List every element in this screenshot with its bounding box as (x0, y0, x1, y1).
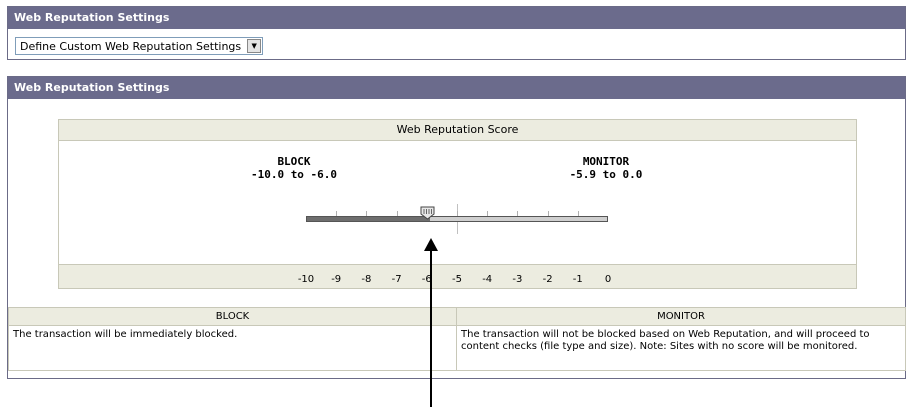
panel-header: Web Reputation Settings (8, 7, 905, 29)
block-description: The transaction will be immediately bloc… (8, 325, 457, 371)
panel-header: Web Reputation Settings (8, 77, 905, 99)
scale-label: -4 (482, 274, 493, 285)
scale-label: -10 (297, 274, 315, 285)
scale-label: -1 (572, 274, 583, 285)
block-zone-label: BLOCK -10.0 to -6.0 (234, 155, 354, 181)
scale-label: -3 (512, 274, 523, 285)
scale-label: -7 (391, 274, 402, 285)
scale-label: -2 (542, 274, 553, 285)
annotation-arrow-line (430, 244, 432, 407)
chevron-down-icon[interactable]: ▼ (247, 39, 262, 53)
scale-label: -5 (452, 274, 462, 285)
monitor-zone-label: MONITOR -5.9 to 0.0 (546, 155, 666, 181)
scale-label: 0 (604, 274, 612, 285)
slider-thumb-icon[interactable] (420, 206, 435, 220)
reputation-mode-select[interactable]: Define Custom Web Reputation Settings ▼ (15, 37, 264, 55)
scale-label: -9 (331, 274, 342, 285)
table-row: The transaction will be immediately bloc… (8, 325, 906, 371)
zone-range: -5.9 to 0.0 (569, 168, 643, 181)
web-reputation-settings-panel: Web Reputation Settings Define Custom We… (7, 6, 906, 60)
zone-range: -10.0 to -6.0 (250, 168, 338, 181)
scale-label: -6 (421, 274, 432, 285)
arrow-up-icon (424, 238, 438, 251)
column-header-monitor: MONITOR (456, 307, 906, 326)
zone-name: MONITOR (582, 155, 630, 168)
zone-name: BLOCK (277, 155, 311, 168)
score-box: Web Reputation Score BLOCK -10.0 to -6.0… (58, 119, 857, 289)
zone-description-table: BLOCK MONITOR The transaction will be im… (8, 307, 906, 371)
web-reputation-score-panel: Web Reputation Settings Web Reputation S… (7, 76, 906, 379)
block-track[interactable] (306, 216, 430, 222)
select-value: Define Custom Web Reputation Settings (20, 39, 242, 53)
monitor-description: The transaction will not be blocked base… (456, 325, 906, 371)
column-header-block: BLOCK (8, 307, 457, 326)
score-title: Web Reputation Score (59, 120, 856, 141)
table-header-row: BLOCK MONITOR (8, 307, 906, 326)
scale-label: -8 (361, 274, 372, 285)
monitor-track[interactable] (430, 216, 608, 222)
